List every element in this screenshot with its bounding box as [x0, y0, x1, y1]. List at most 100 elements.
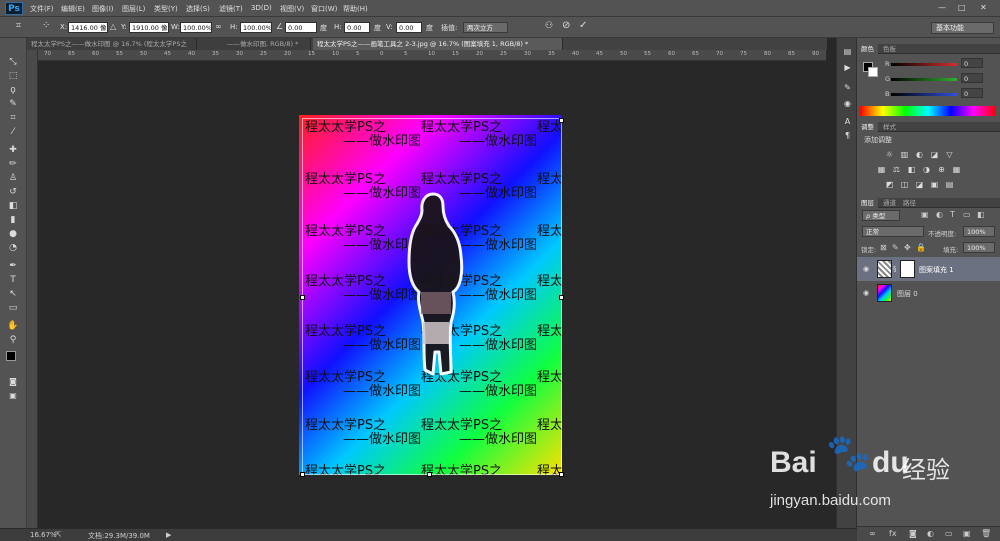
tab-adjustments[interactable]: 调整 — [857, 122, 878, 132]
link-icon[interactable]: ∞ — [215, 22, 222, 31]
reference-point-icon[interactable]: ⁘ — [42, 20, 50, 31]
r-value[interactable]: 0 — [961, 58, 983, 68]
pen-tool-icon[interactable]: ✒ — [4, 260, 22, 272]
close-button[interactable]: ✕ — [980, 3, 987, 12]
menu-edit[interactable]: 编辑(E) — [61, 4, 85, 14]
transform-handle-left[interactable] — [300, 295, 305, 300]
adjustment-icon[interactable]: ▽ — [945, 150, 954, 159]
layer-filter-select[interactable]: ρ 类型 — [862, 210, 900, 221]
filter-adjust-icon[interactable]: ◐ — [936, 210, 943, 219]
width-field[interactable]: 100.00% — [180, 22, 212, 33]
opacity-field[interactable]: 100% — [963, 226, 995, 237]
adjustment-icon[interactable]: ◩ — [885, 180, 894, 189]
transform-handle-bottom[interactable] — [427, 472, 432, 477]
adjustment-icon[interactable]: ⚖ — [892, 165, 901, 174]
transform-handle-top-right[interactable] — [559, 118, 564, 123]
visibility-eye-icon[interactable]: ◉ — [863, 265, 869, 273]
blur-tool-icon[interactable]: ● — [4, 228, 22, 240]
screen-mode-icon[interactable]: ▣ — [4, 390, 22, 402]
lock-position-icon[interactable]: ✥ — [904, 243, 911, 252]
height-field[interactable]: 100.00% — [240, 22, 272, 33]
filter-type-icon[interactable]: T — [950, 210, 955, 219]
filter-shape-icon[interactable]: ▭ — [963, 210, 971, 219]
quick-select-tool-icon[interactable]: ✎ — [4, 98, 22, 110]
shape-tool-icon[interactable]: ▭ — [4, 302, 22, 314]
menu-type[interactable]: 类型(Y) — [154, 4, 178, 14]
commit-transform-icon[interactable]: ✓ — [579, 20, 587, 31]
x-field[interactable]: 1416.00 像 — [68, 22, 108, 33]
adjustment-icon[interactable]: ◑ — [922, 165, 931, 174]
relative-position-icon[interactable]: △ — [110, 22, 116, 31]
fx-icon[interactable]: fx — [889, 529, 897, 538]
hskew-field[interactable]: 0.00 — [344, 22, 370, 33]
layer-name[interactable]: 图层 0 — [897, 289, 918, 299]
adjustment-icon[interactable]: ▤ — [945, 180, 954, 189]
zoom-level[interactable]: 16.67% — [30, 531, 57, 539]
quick-mask-icon[interactable]: ◙ — [4, 376, 22, 388]
menu-window[interactable]: 窗口(W) — [311, 4, 337, 14]
angle-field[interactable]: 0.00 — [285, 22, 317, 33]
history-panel-icon[interactable]: ▤ — [841, 46, 854, 57]
dodge-tool-icon[interactable]: ◔ — [4, 242, 22, 254]
menu-file[interactable]: 文件(F) — [30, 4, 54, 14]
fill-field[interactable]: 100% — [963, 242, 995, 253]
marquee-tool-icon[interactable]: ⬚ — [4, 70, 22, 82]
lock-all-icon[interactable]: 🔒 — [916, 243, 926, 252]
character-panel-icon[interactable]: A — [841, 116, 854, 127]
maximize-button[interactable]: □ — [958, 3, 966, 12]
move-tool-icon[interactable]: ⤡ — [4, 56, 22, 68]
layer-mask-thumbnail[interactable] — [900, 260, 915, 278]
filter-smart-icon[interactable]: ◧ — [977, 210, 985, 219]
lasso-tool-icon[interactable]: ϙ — [4, 84, 22, 96]
adjustment-icon[interactable]: ⊕ — [937, 165, 946, 174]
tab-document-1b[interactable]: ——做水印图, RGB/8) * — [197, 38, 311, 50]
y-field[interactable]: 1910.00 像 — [129, 22, 169, 33]
adjustment-icon[interactable]: ◐ — [915, 150, 924, 159]
foreground-color-swatch[interactable] — [6, 351, 16, 361]
color-spectrum[interactable] — [860, 106, 996, 116]
tab-color[interactable]: 颜色 — [857, 44, 878, 54]
tab-swatches[interactable]: 色板 — [879, 44, 900, 54]
adjustment-icon[interactable]: ◧ — [907, 165, 916, 174]
clone-stamp-tool-icon[interactable]: ♙ — [4, 172, 22, 184]
delete-layer-icon[interactable]: 🗑 — [981, 529, 991, 538]
layer-row-pattern-fill[interactable]: ◉ § 图案填充 1 — [857, 257, 1000, 281]
panel-background-swatch[interactable] — [868, 67, 878, 77]
lock-pixels-icon[interactable]: ⊠ — [880, 243, 887, 252]
interpolation-select[interactable]: 两次立方 — [463, 22, 508, 33]
minimize-button[interactable]: — — [938, 3, 946, 12]
vskew-field[interactable]: 0.00 — [396, 22, 422, 33]
tab-layers[interactable]: 图层 — [857, 198, 878, 208]
layer-name[interactable]: 图案填充 1 — [919, 265, 954, 275]
menu-layer[interactable]: 图层(L) — [122, 4, 145, 14]
status-menu-arrow[interactable]: ▶ — [166, 531, 171, 539]
transform-tool-icon[interactable]: ⌗ — [16, 21, 21, 31]
menu-select[interactable]: 选择(S) — [186, 4, 210, 14]
tab-channels[interactable]: 通道 — [879, 198, 900, 208]
tab-document-active[interactable]: 程太太学PS之——画笔工具之 2-3.jpg @ 16.7% (图案填充 1, … — [313, 38, 563, 50]
zoom-tool-icon[interactable]: ⚲ — [4, 334, 22, 346]
brush-presets-icon[interactable]: ◉ — [841, 98, 854, 109]
menu-image[interactable]: 图像(I) — [92, 4, 114, 14]
adjustment-icon[interactable]: ▣ — [930, 180, 939, 189]
blend-mode-select[interactable]: 正常 — [862, 226, 924, 237]
status-export-icon[interactable]: ⇱ — [55, 530, 62, 539]
menu-view[interactable]: 视图(V) — [280, 4, 304, 14]
adjustment-icon[interactable]: ☼ — [885, 150, 894, 159]
adjustment-icon[interactable]: ◫ — [900, 180, 909, 189]
b-slider[interactable] — [891, 93, 957, 96]
visibility-eye-icon[interactable]: ◉ — [863, 289, 869, 297]
new-adjustment-icon[interactable]: ◐ — [927, 529, 934, 538]
adjustment-icon[interactable]: ▥ — [900, 150, 909, 159]
healing-brush-tool-icon[interactable]: ✚ — [4, 144, 22, 156]
menu-3d[interactable]: 3D(D) — [251, 4, 272, 12]
layer-row-layer0[interactable]: ◉ 图层 0 — [857, 281, 1000, 305]
eyedropper-tool-icon[interactable]: ⁄ — [4, 126, 22, 138]
gradient-tool-icon[interactable]: ▮ — [4, 214, 22, 226]
paragraph-panel-icon[interactable]: ¶ — [841, 130, 854, 141]
link-layers-icon[interactable]: ∞ — [869, 529, 876, 538]
brush-tool-icon[interactable]: ✏ — [4, 158, 22, 170]
menu-help[interactable]: 帮助(H) — [343, 4, 368, 14]
history-brush-tool-icon[interactable]: ↺ — [4, 186, 22, 198]
transform-handle-bottom-right[interactable] — [559, 472, 564, 477]
